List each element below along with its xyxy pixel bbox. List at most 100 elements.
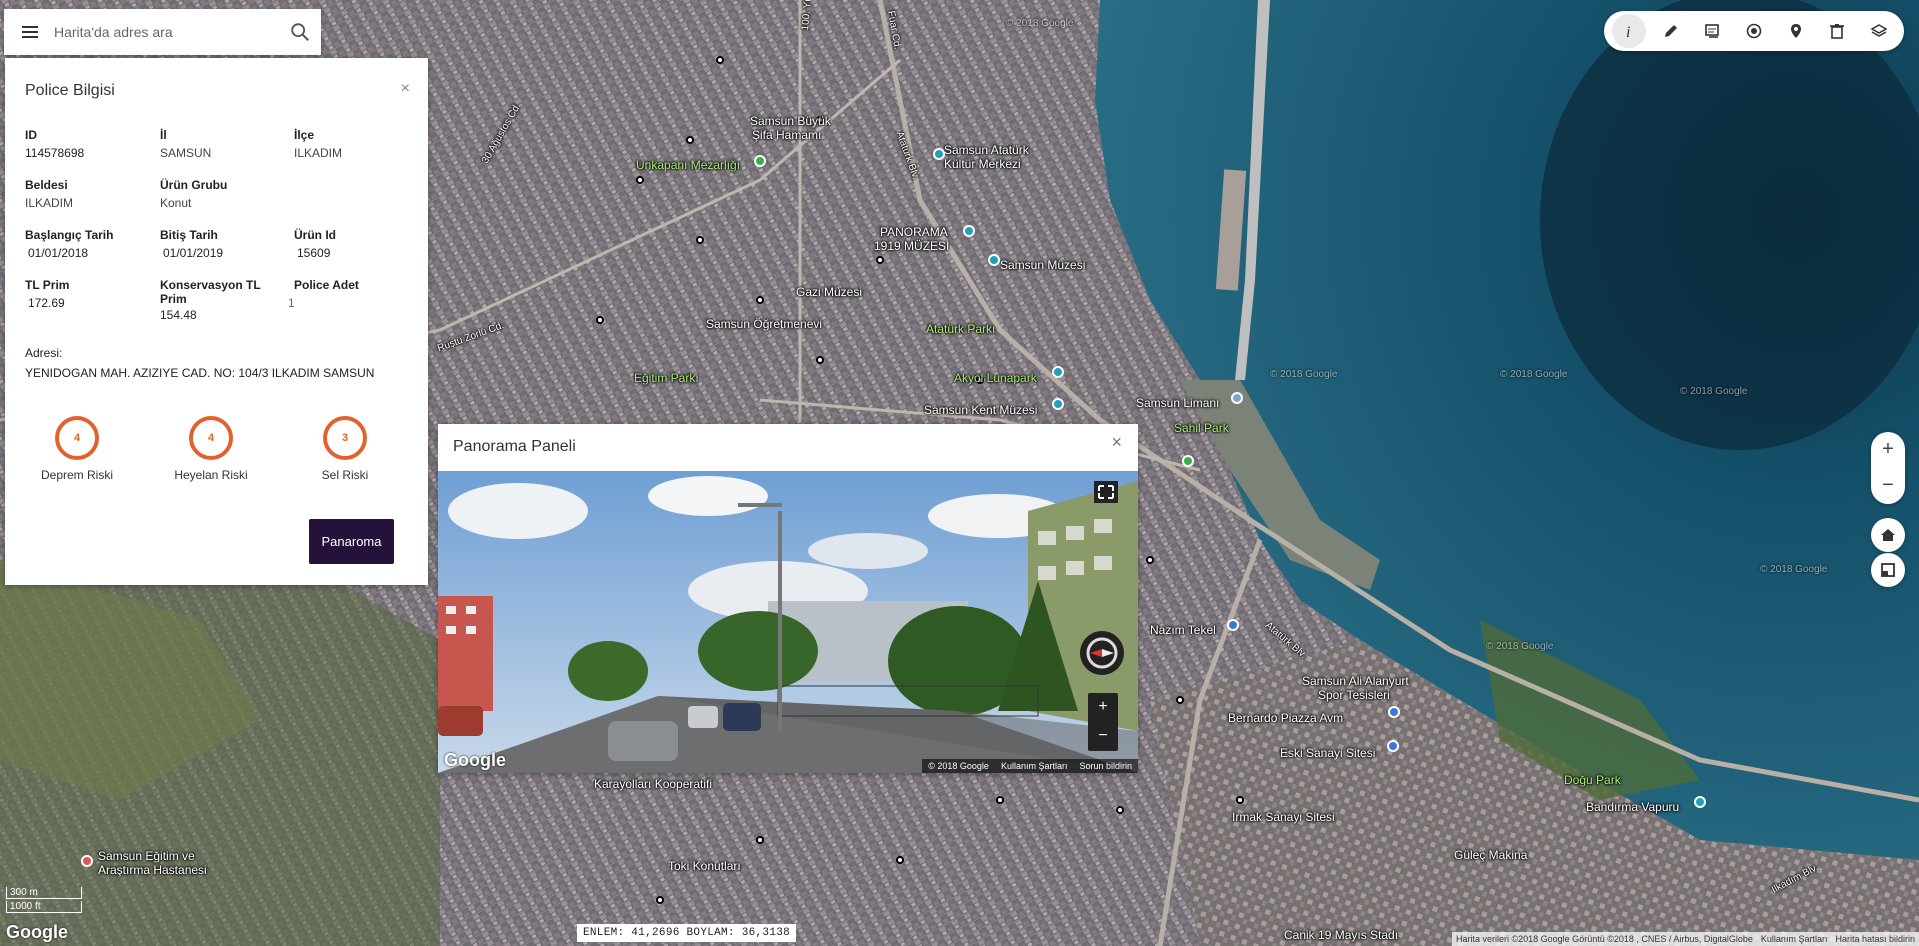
close-icon[interactable]: × <box>1111 432 1122 453</box>
map-label: Araştırma Hastanesi <box>98 863 207 877</box>
port-marker[interactable] <box>1231 392 1243 404</box>
map-label: Toki Konutları <box>668 859 741 873</box>
panorama-panel: Panorama Paneli × + − Google © 2018 Goog… <box>438 424 1138 773</box>
field-id: ID 114578698 <box>25 128 84 160</box>
compass-icon[interactable] <box>1080 631 1124 675</box>
map-data-credit: Harita verileri ©2018 Google Görüntü ©20… <box>1456 934 1753 944</box>
menu-icon[interactable] <box>22 26 38 38</box>
map-label: Unkapanı Mezarlığı <box>636 158 741 172</box>
zoom-out-button[interactable]: − <box>1871 468 1905 504</box>
info-icon[interactable]: i <box>1611 14 1646 48</box>
flood-risk: 3 Sel Riski <box>285 416 405 482</box>
field-label: Beldesi <box>25 178 68 192</box>
field-label: ID <box>25 128 37 142</box>
field-value: 15609 <box>297 246 331 260</box>
pin-icon[interactable] <box>1779 14 1813 48</box>
park-marker[interactable] <box>1182 455 1194 467</box>
map-watermark: © 2018 Google <box>1486 641 1554 652</box>
risk-label: Heyelan Riski <box>174 468 248 482</box>
close-icon[interactable]: × <box>401 80 410 98</box>
field-bitis: Bitiş Tarih 01/01/2019 <box>160 228 223 260</box>
museum-marker[interactable] <box>1052 398 1064 410</box>
field-label: İl <box>160 128 167 142</box>
map-label: Samsun Atatürk <box>944 143 1029 157</box>
google-logo: Google <box>444 750 506 770</box>
field-value: SAMSUN <box>160 146 212 160</box>
map-label: Samsun Öğretmenevi <box>706 317 823 331</box>
map-label: Bernardo Piazza Avm <box>1228 711 1344 725</box>
police-info-panel: Police Bilgisi × ID 114578698 İl SAMSUN … <box>5 58 428 585</box>
panorama-zoom-in-button[interactable]: + <box>1088 693 1118 722</box>
trash-icon[interactable] <box>1820 14 1854 48</box>
field-value: 172.69 <box>28 296 65 310</box>
street-view[interactable]: + − Google © 2018 Google Kullanım Şartla… <box>438 471 1138 773</box>
museum-marker[interactable] <box>933 148 945 160</box>
field-label: Konservasyon TL Prim <box>160 278 261 306</box>
map-label: Atatürk Parkı <box>926 322 996 336</box>
map-label: Spor Tesisleri <box>1318 688 1390 702</box>
layers-card-icon[interactable] <box>1695 14 1729 48</box>
map-watermark: © 2018 Google <box>1760 564 1828 575</box>
map-label: 1919 MÜZESİ <box>874 239 950 253</box>
address-value: YENIDOGAN MAH. AZIZIYE CAD. NO: 104/3 IL… <box>25 366 375 380</box>
fullscreen-icon[interactable] <box>1094 481 1118 503</box>
field-value: 01/01/2019 <box>163 246 224 260</box>
map-watermark: © 2018 Google <box>1006 18 1074 29</box>
hospital-marker[interactable] <box>81 855 93 867</box>
zoom-in-button[interactable]: + <box>1871 432 1905 468</box>
map-toolbar: i <box>1604 11 1904 51</box>
search-icon[interactable] <box>289 21 311 43</box>
risk-ring: 3 <box>323 416 367 460</box>
terms-link[interactable]: Kullanım Şartları <box>1761 934 1828 944</box>
field-ilce: İlçe ILKADIM <box>294 128 342 160</box>
field-label: Bitiş Tarih <box>160 228 218 242</box>
shop-marker[interactable] <box>1227 619 1239 631</box>
map-watermark: © 2018 Google <box>1680 386 1748 397</box>
basemap-button[interactable] <box>1871 553 1905 587</box>
terms-link[interactable]: Kullanım Şartları <box>1001 761 1068 771</box>
museum-marker[interactable] <box>1694 796 1706 808</box>
map-icon <box>1881 563 1895 577</box>
risk-ring: 4 <box>55 416 99 460</box>
panorama-zoom: + − <box>1088 693 1118 751</box>
target-icon[interactable] <box>1737 14 1771 48</box>
field-konservasyon: Konservasyon TL Prim 154.48 <box>160 278 270 322</box>
field-label: İlçe <box>294 128 315 142</box>
field-urun-id: Ürün Id 15609 <box>294 228 336 260</box>
map-label: Kültür Merkezi <box>944 157 1021 171</box>
google-logo: Google <box>6 922 68 942</box>
home-button[interactable] <box>1871 518 1905 552</box>
pencil-icon[interactable] <box>1654 14 1688 48</box>
shop-marker[interactable] <box>1388 706 1400 718</box>
panel-title: Police Bilgisi <box>25 82 115 99</box>
park-marker[interactable] <box>754 155 766 167</box>
map-attribution: Harita verileri ©2018 Google Görüntü ©20… <box>1452 932 1919 946</box>
map-label: Akyol Lunapark <box>954 371 1037 385</box>
address-label: Adresi: <box>25 346 63 360</box>
panorama-zoom-out-button[interactable]: − <box>1088 722 1118 751</box>
search-input[interactable] <box>52 23 289 41</box>
field-value: 154.48 <box>160 308 197 322</box>
landslide-risk: 4 Heyelan Riski <box>151 416 271 482</box>
home-icon <box>1881 529 1895 541</box>
museum-marker[interactable] <box>1052 366 1064 378</box>
map-label: Karayolları Kooperatifi <box>594 777 713 791</box>
panorama-button[interactable]: Panaroma <box>309 519 394 564</box>
svg-text:i: i <box>1626 24 1630 40</box>
report-map-error-link[interactable]: Harita hatası bildirin <box>1835 934 1915 944</box>
map-label: PANORAMA <box>880 225 948 239</box>
map-label: Doğu Park <box>1564 773 1621 787</box>
map-label: Güleç Makina <box>1454 848 1528 862</box>
panorama-title: Panorama Paneli <box>453 438 576 455</box>
coordinates-readout: ENLEM: 41,2696 BOYLAM: 36,3138 <box>577 924 797 942</box>
museum-marker[interactable] <box>988 254 1000 266</box>
shop-marker[interactable] <box>1387 740 1399 752</box>
field-label: Ürün Grubu <box>160 178 228 192</box>
map-label: Samsun Büyük <box>750 114 831 128</box>
museum-marker[interactable] <box>963 225 975 237</box>
report-link[interactable]: Sorun bildirin <box>1079 761 1132 771</box>
field-label: TL Prim <box>25 278 70 292</box>
layers-icon[interactable] <box>1862 14 1896 48</box>
risk-ring: 4 <box>189 416 233 460</box>
field-beldesi: Beldesi ILKADIM <box>25 178 73 210</box>
